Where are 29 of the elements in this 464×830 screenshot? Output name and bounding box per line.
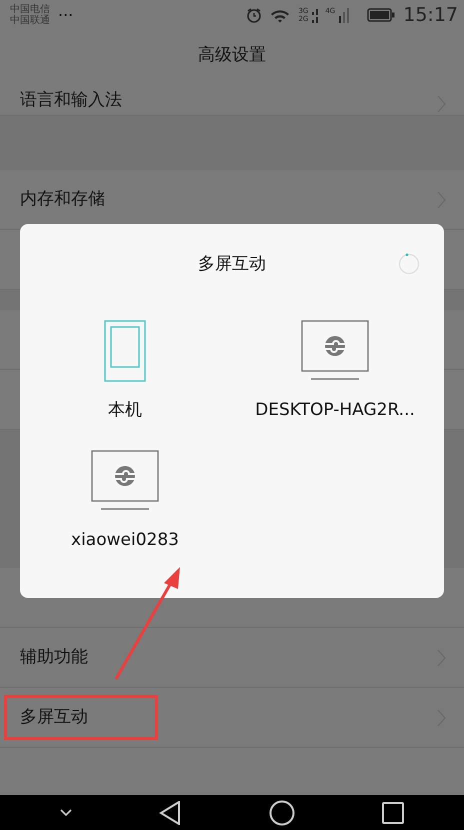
row-label: 辅助功能 bbox=[20, 646, 88, 669]
monitor-icon bbox=[91, 450, 159, 512]
device-item[interactable]: DESKTOP-HAG2R... bbox=[230, 306, 440, 436]
device-name: 本机 bbox=[108, 399, 142, 422]
home-icon[interactable] bbox=[268, 800, 295, 826]
row-label: 内存和存储 bbox=[20, 188, 105, 211]
page-title: 高级设置 bbox=[198, 44, 266, 68]
battery-icon bbox=[367, 8, 396, 22]
device-name: DESKTOP-HAG2R... bbox=[255, 399, 415, 422]
carrier-name: 中国联通 bbox=[10, 15, 50, 26]
dialog-title: 多屏互动 bbox=[198, 253, 266, 276]
phone-icon bbox=[104, 320, 146, 382]
monitor-icon bbox=[301, 320, 369, 382]
alarm-icon bbox=[246, 7, 262, 23]
back-icon[interactable] bbox=[159, 800, 182, 824]
chevron-down-icon[interactable] bbox=[60, 808, 72, 816]
recent-apps-icon[interactable] bbox=[382, 802, 404, 824]
more-indicator: ... bbox=[58, 0, 74, 22]
signal-icon bbox=[339, 7, 352, 23]
device-item[interactable]: xiaowei0283 bbox=[20, 436, 230, 566]
wifi-icon bbox=[270, 8, 290, 22]
settings-row[interactable]: 辅助功能 bbox=[0, 628, 464, 688]
settings-row[interactable]: 多屏互动 bbox=[0, 688, 464, 748]
row-label: 多屏互动 bbox=[20, 706, 88, 729]
row-label: 语言和输入法 bbox=[20, 88, 122, 112]
device-name: xiaowei0283 bbox=[71, 529, 179, 552]
device-item[interactable]: 本机 bbox=[20, 306, 230, 436]
carrier-name: 中国电信 bbox=[10, 4, 50, 15]
clock-time: 15:17 bbox=[403, 2, 458, 28]
